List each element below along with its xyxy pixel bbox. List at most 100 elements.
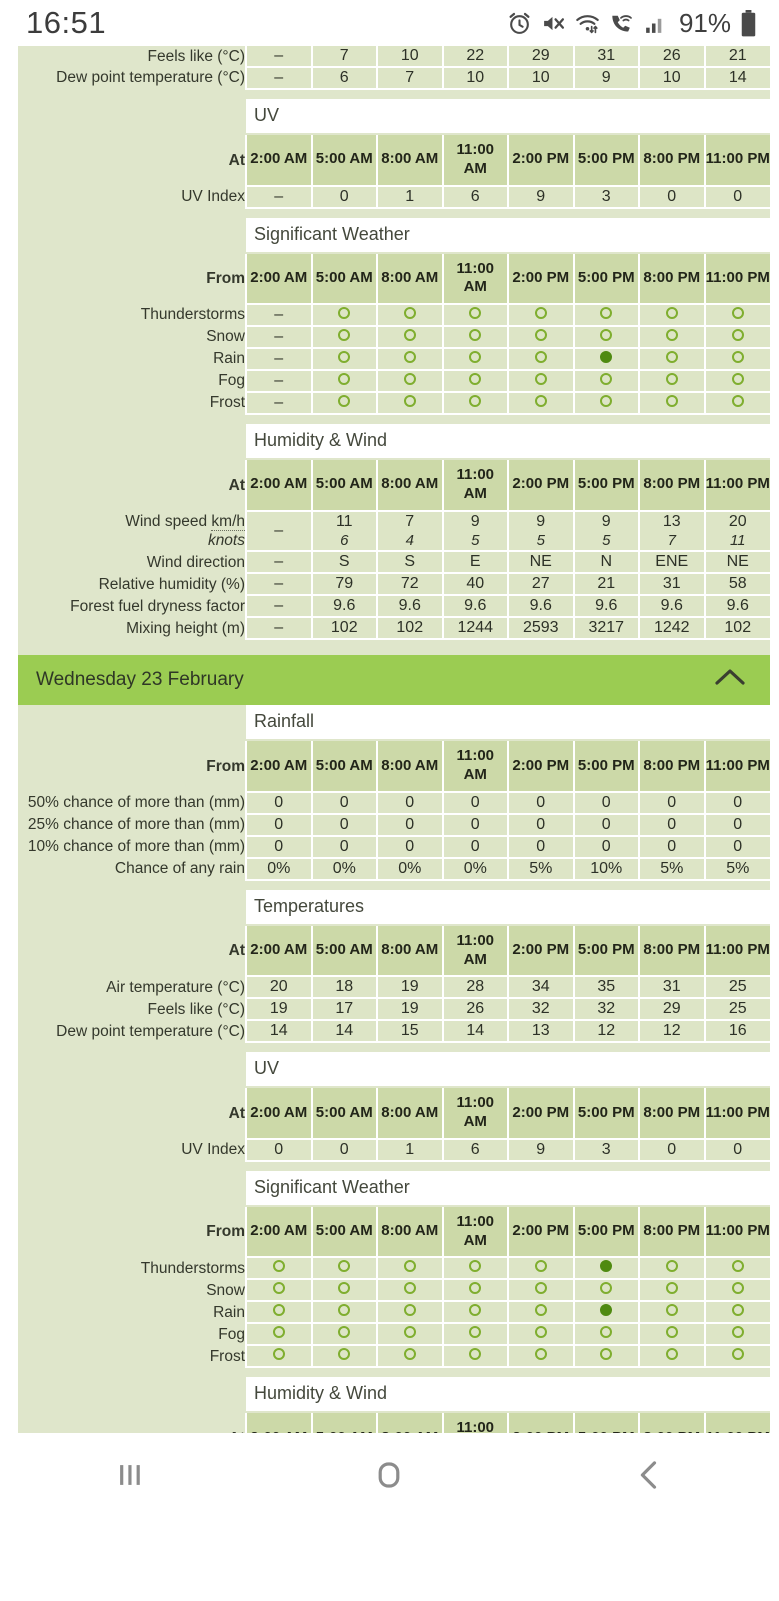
time-column-header: 5:00 PM xyxy=(572,1088,639,1140)
data-cell: 58 xyxy=(703,573,770,597)
data-cell: 0 xyxy=(245,835,312,859)
forecast-table: From 2:00 AM 5:00 AM 8:00 AM 11:00 AM 2:00 PM… xyxy=(18,1206,770,1369)
data-cell: 0 xyxy=(441,791,508,815)
chevron-up-icon[interactable] xyxy=(710,664,750,697)
time-column-header: 11:00 AM xyxy=(441,925,508,978)
time-header-label: From xyxy=(18,1206,246,1258)
row-label: 50% chance of more than (mm) xyxy=(18,791,246,814)
table-row: Fog xyxy=(18,1323,770,1347)
data-cell xyxy=(572,1301,639,1325)
data-cell: – xyxy=(245,617,312,641)
weather-marker-open xyxy=(534,395,547,407)
data-cell: NE xyxy=(703,551,770,575)
table-header-row: From 2:00 AM 5:00 AM 8:00 AM 11:00 AM 2:00 PM… xyxy=(18,1206,770,1259)
table-row: Rain xyxy=(18,1301,770,1325)
data-cell: – xyxy=(245,67,312,90)
data-cell: – xyxy=(245,185,312,209)
weather-marker-open xyxy=(665,1282,678,1295)
section-title-gutter xyxy=(18,1377,246,1414)
data-cell: ENE xyxy=(638,551,705,575)
home-icon[interactable] xyxy=(367,1453,411,1497)
table-row: Snow xyxy=(18,1279,770,1303)
data-cell: 27 xyxy=(507,573,574,597)
table-row: Relative humidity (%) –79 72 40 27 21 31 58 xyxy=(18,573,770,597)
time-column-header: 8:00 AM xyxy=(376,741,443,793)
data-cell: 0 xyxy=(507,835,574,859)
weather-marker-open xyxy=(403,307,416,319)
data-cell xyxy=(376,348,443,371)
time-column-header: 5:00 PM xyxy=(572,925,639,978)
data-cell xyxy=(638,1323,705,1347)
forecast-table: From 2:00 AM 5:00 AM 8:00 AM 11:00 AM 2:00 PM… xyxy=(18,741,770,881)
back-icon[interactable] xyxy=(627,1453,671,1497)
data-cell: 10 xyxy=(507,67,574,90)
data-cell xyxy=(572,348,639,371)
forecast-table: From 2:00 AM 5:00 AM 8:00 AM 11:00 AM 2:00 PM… xyxy=(18,253,770,415)
knots-value: 5 xyxy=(536,531,545,549)
section-title-gutter xyxy=(18,1052,246,1089)
wifi-calling-icon xyxy=(609,11,634,36)
table-row: UV Index 0 0 1 6 9 3 0 0 xyxy=(18,1138,770,1162)
data-cell xyxy=(310,326,377,349)
data-cell xyxy=(572,1257,639,1281)
data-cell: 9 xyxy=(507,185,574,209)
time-column-header: 2:00 PM xyxy=(507,1206,574,1259)
time-column-header: 8:00 PM xyxy=(638,253,705,305)
data-cell xyxy=(572,1345,639,1369)
time-header-label: At xyxy=(18,460,246,511)
table-row: Rain – xyxy=(18,348,770,371)
data-cell: 13 7 xyxy=(638,510,705,553)
weather-marker-open xyxy=(338,373,351,385)
data-cell: 19 xyxy=(245,998,312,1022)
weather-marker-open xyxy=(272,1304,285,1317)
data-cell xyxy=(703,1279,770,1303)
time-column-header: 2:00 AM xyxy=(245,253,312,305)
weather-marker-open xyxy=(403,1282,416,1295)
data-cell xyxy=(507,392,574,415)
data-cell: 0 xyxy=(638,835,705,859)
row-label: UV Index xyxy=(18,185,246,208)
table-row: Mixing height (m) –102 102 1244 2593 3217 1242… xyxy=(18,617,770,641)
data-cell xyxy=(376,326,443,349)
recent-apps-icon[interactable] xyxy=(108,1453,152,1497)
row-label: Frost xyxy=(18,1345,246,1368)
section-title-row: Humidity & Wind xyxy=(18,424,770,460)
section-title: Temperatures xyxy=(246,889,770,926)
day-header-wednesday[interactable]: Wednesday 23 February xyxy=(18,655,770,719)
data-cell: 102 xyxy=(310,617,377,641)
data-cell: 10 xyxy=(638,67,705,90)
table-row: Fog – xyxy=(18,370,770,393)
time-column-header: 2:00 PM xyxy=(507,253,574,305)
time-column-header: 11:00 AM xyxy=(441,741,508,793)
time-column-header: 11:00 PM xyxy=(703,741,770,793)
weather-marker-open xyxy=(338,329,351,341)
weather-marker-open xyxy=(600,395,613,407)
weather-marker-open xyxy=(403,373,416,385)
row-label: Feels like (°C) xyxy=(18,998,246,1021)
section-rainfall: Rainfall From 2:00 AM 5:00 AM 8:00 AM 11:00 A… xyxy=(18,705,770,890)
data-cell: 21 xyxy=(703,46,770,68)
data-cell xyxy=(245,1323,312,1347)
forecast-table: Feels like (°C) –7 10 22 29 31 26 21 Dew point t… xyxy=(18,46,770,90)
weather-marker-open xyxy=(403,351,416,363)
data-cell xyxy=(507,1301,574,1325)
data-cell: 0 xyxy=(376,835,443,859)
data-cell xyxy=(376,392,443,415)
row-label: Fog xyxy=(18,1323,246,1346)
section-significant-weather: Significant Weather From 2:00 AM 5:00 AM 8:0… xyxy=(18,217,770,424)
time-column-header: 5:00 AM xyxy=(310,460,377,512)
data-cell xyxy=(376,1323,443,1347)
time-column-header: 11:00 AM xyxy=(441,460,508,512)
data-cell: 10% xyxy=(572,857,639,881)
data-cell: 35 xyxy=(572,976,639,1000)
weather-marker-open xyxy=(272,1348,285,1361)
status-bar-icons: 91% xyxy=(507,8,757,39)
row-label: Thunderstorms xyxy=(18,1257,246,1280)
table-row: Chance of any rain 0% 0% 0% 0% 5% 10% 5% 5% xyxy=(18,857,770,881)
time-header-label: From xyxy=(18,741,246,792)
time-column-header: 8:00 PM xyxy=(638,741,705,793)
section-title-row: Temperatures xyxy=(18,889,770,926)
weather-marker-open xyxy=(469,1260,482,1273)
time-column-header: 2:00 AM xyxy=(245,460,312,512)
section-continued: Feels like (°C) –7 10 22 29 31 26 21 Dew point t… xyxy=(18,46,770,99)
